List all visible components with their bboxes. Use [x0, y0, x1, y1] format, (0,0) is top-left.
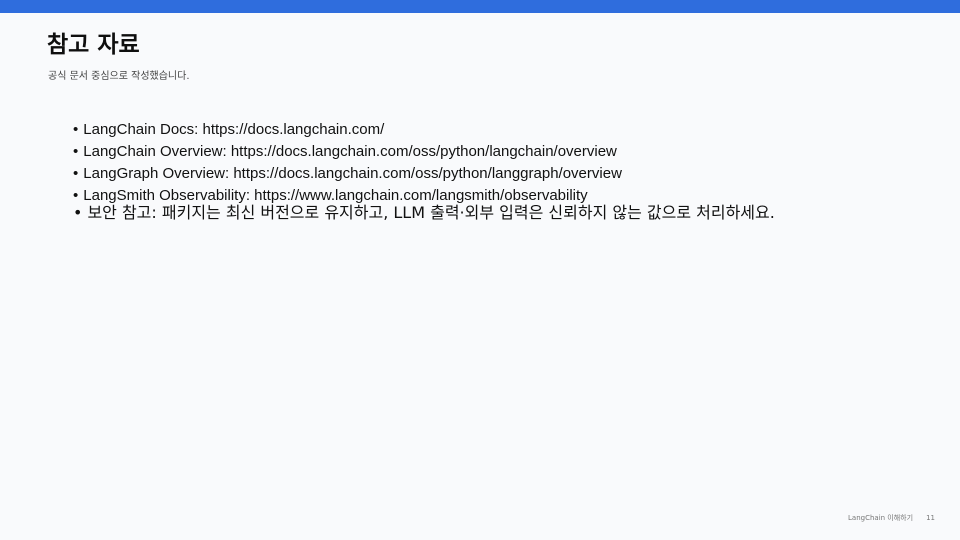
page-subtitle: 공식 문서 중심으로 작성했습니다. [48, 71, 190, 82]
slide: 참고 자료 공식 문서 중심으로 작성했습니다. • LangChain Docs… [0, 0, 960, 540]
bullet-dot-icon: • [73, 121, 79, 138]
bullet-dot-icon: • [73, 203, 83, 222]
reference-item-security-note: • 보안 참고: 패키지는 최신 버전으로 유지하고, LLM 출력·외부 입력은… [73, 201, 873, 224]
reference-item-langchain-docs: • LangChain Docs: https://docs.langchain.… [73, 119, 873, 141]
slide-footer: LangChain 이해하기 11 [848, 513, 935, 523]
reference-text: LangGraph Overview: https://docs.langcha… [83, 165, 622, 182]
reference-text: LangChain Docs: https://docs.langchain.c… [83, 121, 385, 138]
page-number: 11 [926, 514, 935, 522]
page-title: 참고 자료 [47, 32, 140, 58]
bullet-dot-icon: • [73, 165, 79, 182]
security-note-text: 보안 참고: 패키지는 최신 버전으로 유지하고, LLM 출력·외부 입력은 … [87, 203, 775, 222]
bullet-dot-icon: • [73, 143, 79, 160]
reference-text: LangChain Overview: https://docs.langcha… [83, 143, 617, 160]
footer-label: LangChain 이해하기 [848, 514, 914, 522]
top-accent-bar [0, 0, 960, 13]
reference-item-langgraph-overview: • LangGraph Overview: https://docs.langch… [73, 163, 873, 185]
reference-item-langchain-overview: • LangChain Overview: https://docs.langch… [73, 141, 873, 163]
reference-list: • LangChain Docs: https://docs.langchain.… [73, 119, 873, 224]
